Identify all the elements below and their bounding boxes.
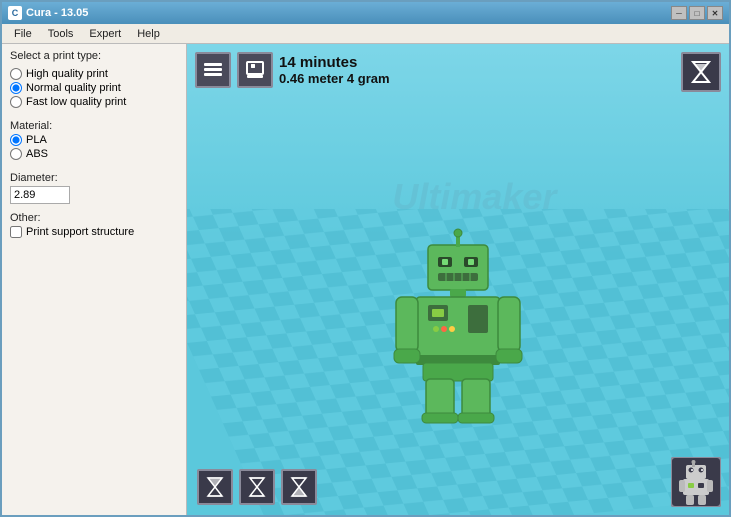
high-quality-radio[interactable] bbox=[10, 68, 22, 80]
view-options-icon[interactable] bbox=[681, 52, 721, 92]
bottom-toolbar bbox=[197, 469, 317, 505]
menu-help[interactable]: Help bbox=[129, 26, 168, 42]
fast-quality-option[interactable]: Fast low quality print bbox=[10, 96, 178, 108]
window-controls: ─ □ ✕ bbox=[671, 6, 723, 20]
support-structure-checkbox[interactable] bbox=[10, 226, 22, 238]
menu-tools[interactable]: Tools bbox=[40, 26, 82, 42]
other-section: Other: Print support structure bbox=[10, 212, 178, 238]
print-type-group: High quality print Normal quality print … bbox=[10, 68, 178, 108]
layers-icon[interactable] bbox=[195, 52, 231, 88]
app-icon: C bbox=[8, 6, 22, 20]
main-window: C Cura - 13.05 ─ □ ✕ File Tools Expert H… bbox=[0, 0, 731, 517]
normal-quality-option[interactable]: Normal quality print bbox=[10, 82, 178, 94]
maximize-button[interactable]: □ bbox=[689, 6, 705, 20]
left-panel: Select a print type: High quality print … bbox=[2, 44, 187, 515]
abs-option[interactable]: ABS bbox=[10, 148, 178, 160]
pla-option[interactable]: PLA bbox=[10, 134, 178, 146]
view-mode-1-button[interactable] bbox=[197, 469, 233, 505]
material-group: PLA ABS bbox=[10, 134, 178, 160]
menu-expert[interactable]: Expert bbox=[81, 26, 129, 42]
normal-quality-label: Normal quality print bbox=[26, 82, 121, 94]
pla-label: PLA bbox=[26, 134, 47, 146]
menu-bar: File Tools Expert Help bbox=[2, 24, 729, 44]
fast-quality-radio[interactable] bbox=[10, 96, 22, 108]
pla-radio[interactable] bbox=[10, 134, 22, 146]
diameter-input[interactable] bbox=[10, 186, 70, 204]
main-area: Select a print type: High quality print … bbox=[2, 44, 729, 515]
viewport[interactable]: Ultimaker bbox=[187, 44, 729, 515]
print-size: 0.46 meter 4 gram bbox=[279, 71, 390, 86]
print-time: 14 minutes bbox=[279, 54, 390, 71]
view-mode-3-button[interactable] bbox=[281, 469, 317, 505]
other-label: Other: bbox=[10, 212, 178, 224]
normal-quality-radio[interactable] bbox=[10, 82, 22, 94]
diameter-label: Diameter: bbox=[10, 172, 178, 184]
robot-3d-model bbox=[388, 225, 528, 425]
material-section: Material: PLA ABS bbox=[10, 120, 178, 164]
support-structure-option[interactable]: Print support structure bbox=[10, 226, 178, 238]
robot-status-icon[interactable] bbox=[671, 457, 721, 507]
support-structure-label: Print support structure bbox=[26, 226, 134, 238]
title-bar: C Cura - 13.05 ─ □ ✕ bbox=[2, 2, 729, 24]
menu-file[interactable]: File bbox=[6, 26, 40, 42]
high-quality-option[interactable]: High quality print bbox=[10, 68, 178, 80]
storage-icon[interactable] bbox=[237, 52, 273, 88]
abs-label: ABS bbox=[26, 148, 48, 160]
material-label: Material: bbox=[10, 120, 178, 132]
fast-quality-label: Fast low quality print bbox=[26, 96, 126, 108]
view-mode-2-button[interactable] bbox=[239, 469, 275, 505]
abs-radio[interactable] bbox=[10, 148, 22, 160]
minimize-button[interactable]: ─ bbox=[671, 6, 687, 20]
print-info: 14 minutes 0.46 meter 4 gram bbox=[279, 54, 390, 86]
close-button[interactable]: ✕ bbox=[707, 6, 723, 20]
print-type-label: Select a print type: bbox=[10, 50, 178, 62]
high-quality-label: High quality print bbox=[26, 68, 108, 80]
diameter-section: Diameter: bbox=[10, 172, 178, 204]
window-title: Cura - 13.05 bbox=[26, 7, 671, 19]
viewport-info: 14 minutes 0.46 meter 4 gram bbox=[195, 52, 390, 88]
